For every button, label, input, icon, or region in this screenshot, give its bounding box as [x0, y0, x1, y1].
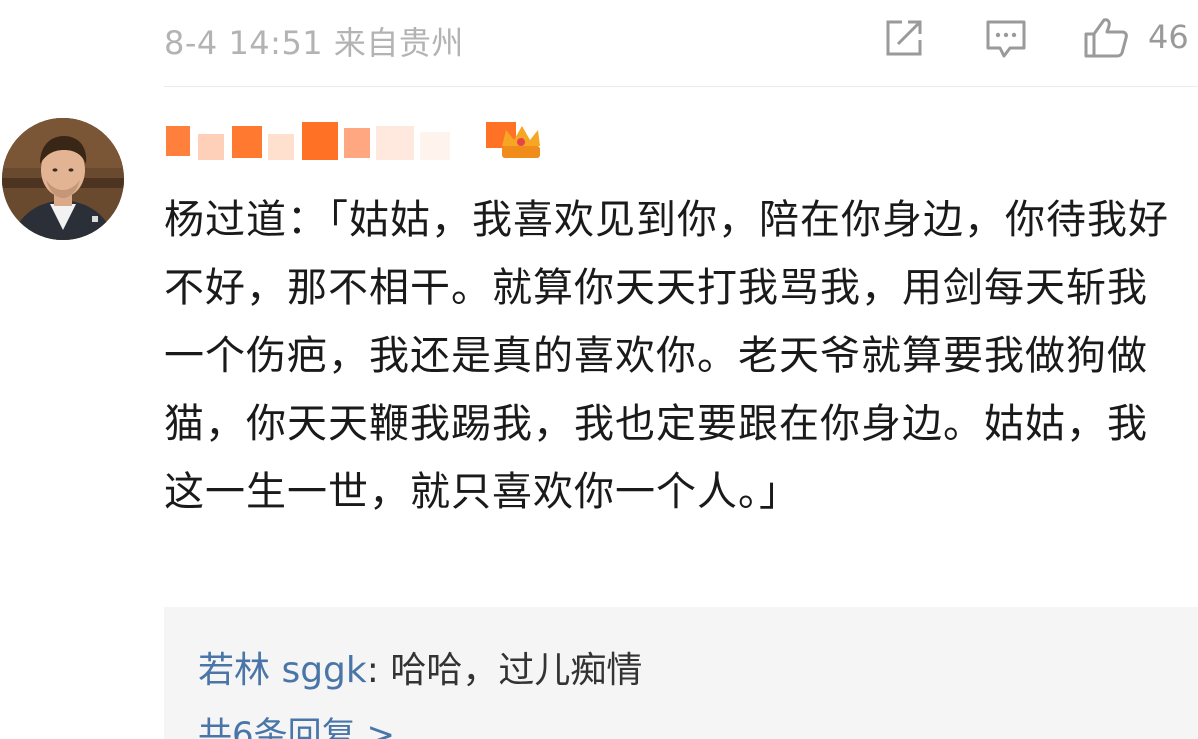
comment-username[interactable]: [164, 116, 544, 168]
like-icon[interactable]: [1082, 16, 1130, 64]
avatar[interactable]: [2, 118, 124, 240]
comment-icon[interactable]: [984, 16, 1028, 64]
divider: [164, 86, 1198, 87]
reply-item: 若林 sggk: 哈哈，过儿痴情: [198, 641, 642, 693]
share-icon[interactable]: [882, 16, 926, 64]
post-timestamp-location: 8-4 14:51 来自贵州: [164, 24, 464, 62]
comment-text: 杨过道：「姑姑，我喜欢见到你，陪在你身边，你待我好不好，那不相干。就算你天天打我…: [164, 197, 1169, 515]
view-all-replies-link[interactable]: 共6条回复 >: [198, 707, 395, 739]
reply-content: 哈哈，过儿痴情: [390, 650, 643, 691]
reply-preview[interactable]: 若林 sggk: 哈哈，过儿痴情 共6条回复 >: [164, 607, 1198, 739]
reply-separator: :: [366, 650, 391, 691]
reply-username[interactable]: 若林 sggk: [198, 650, 367, 691]
post-meta-row: 8-4 14:51 来自贵州 46: [164, 14, 1198, 64]
like-count: 46: [1148, 18, 1189, 56]
comment-thread: 8-4 14:51 来自贵州 46 杨过道：「姑姑，我喜欢见到你，陪在你身边，你…: [0, 0, 1198, 739]
